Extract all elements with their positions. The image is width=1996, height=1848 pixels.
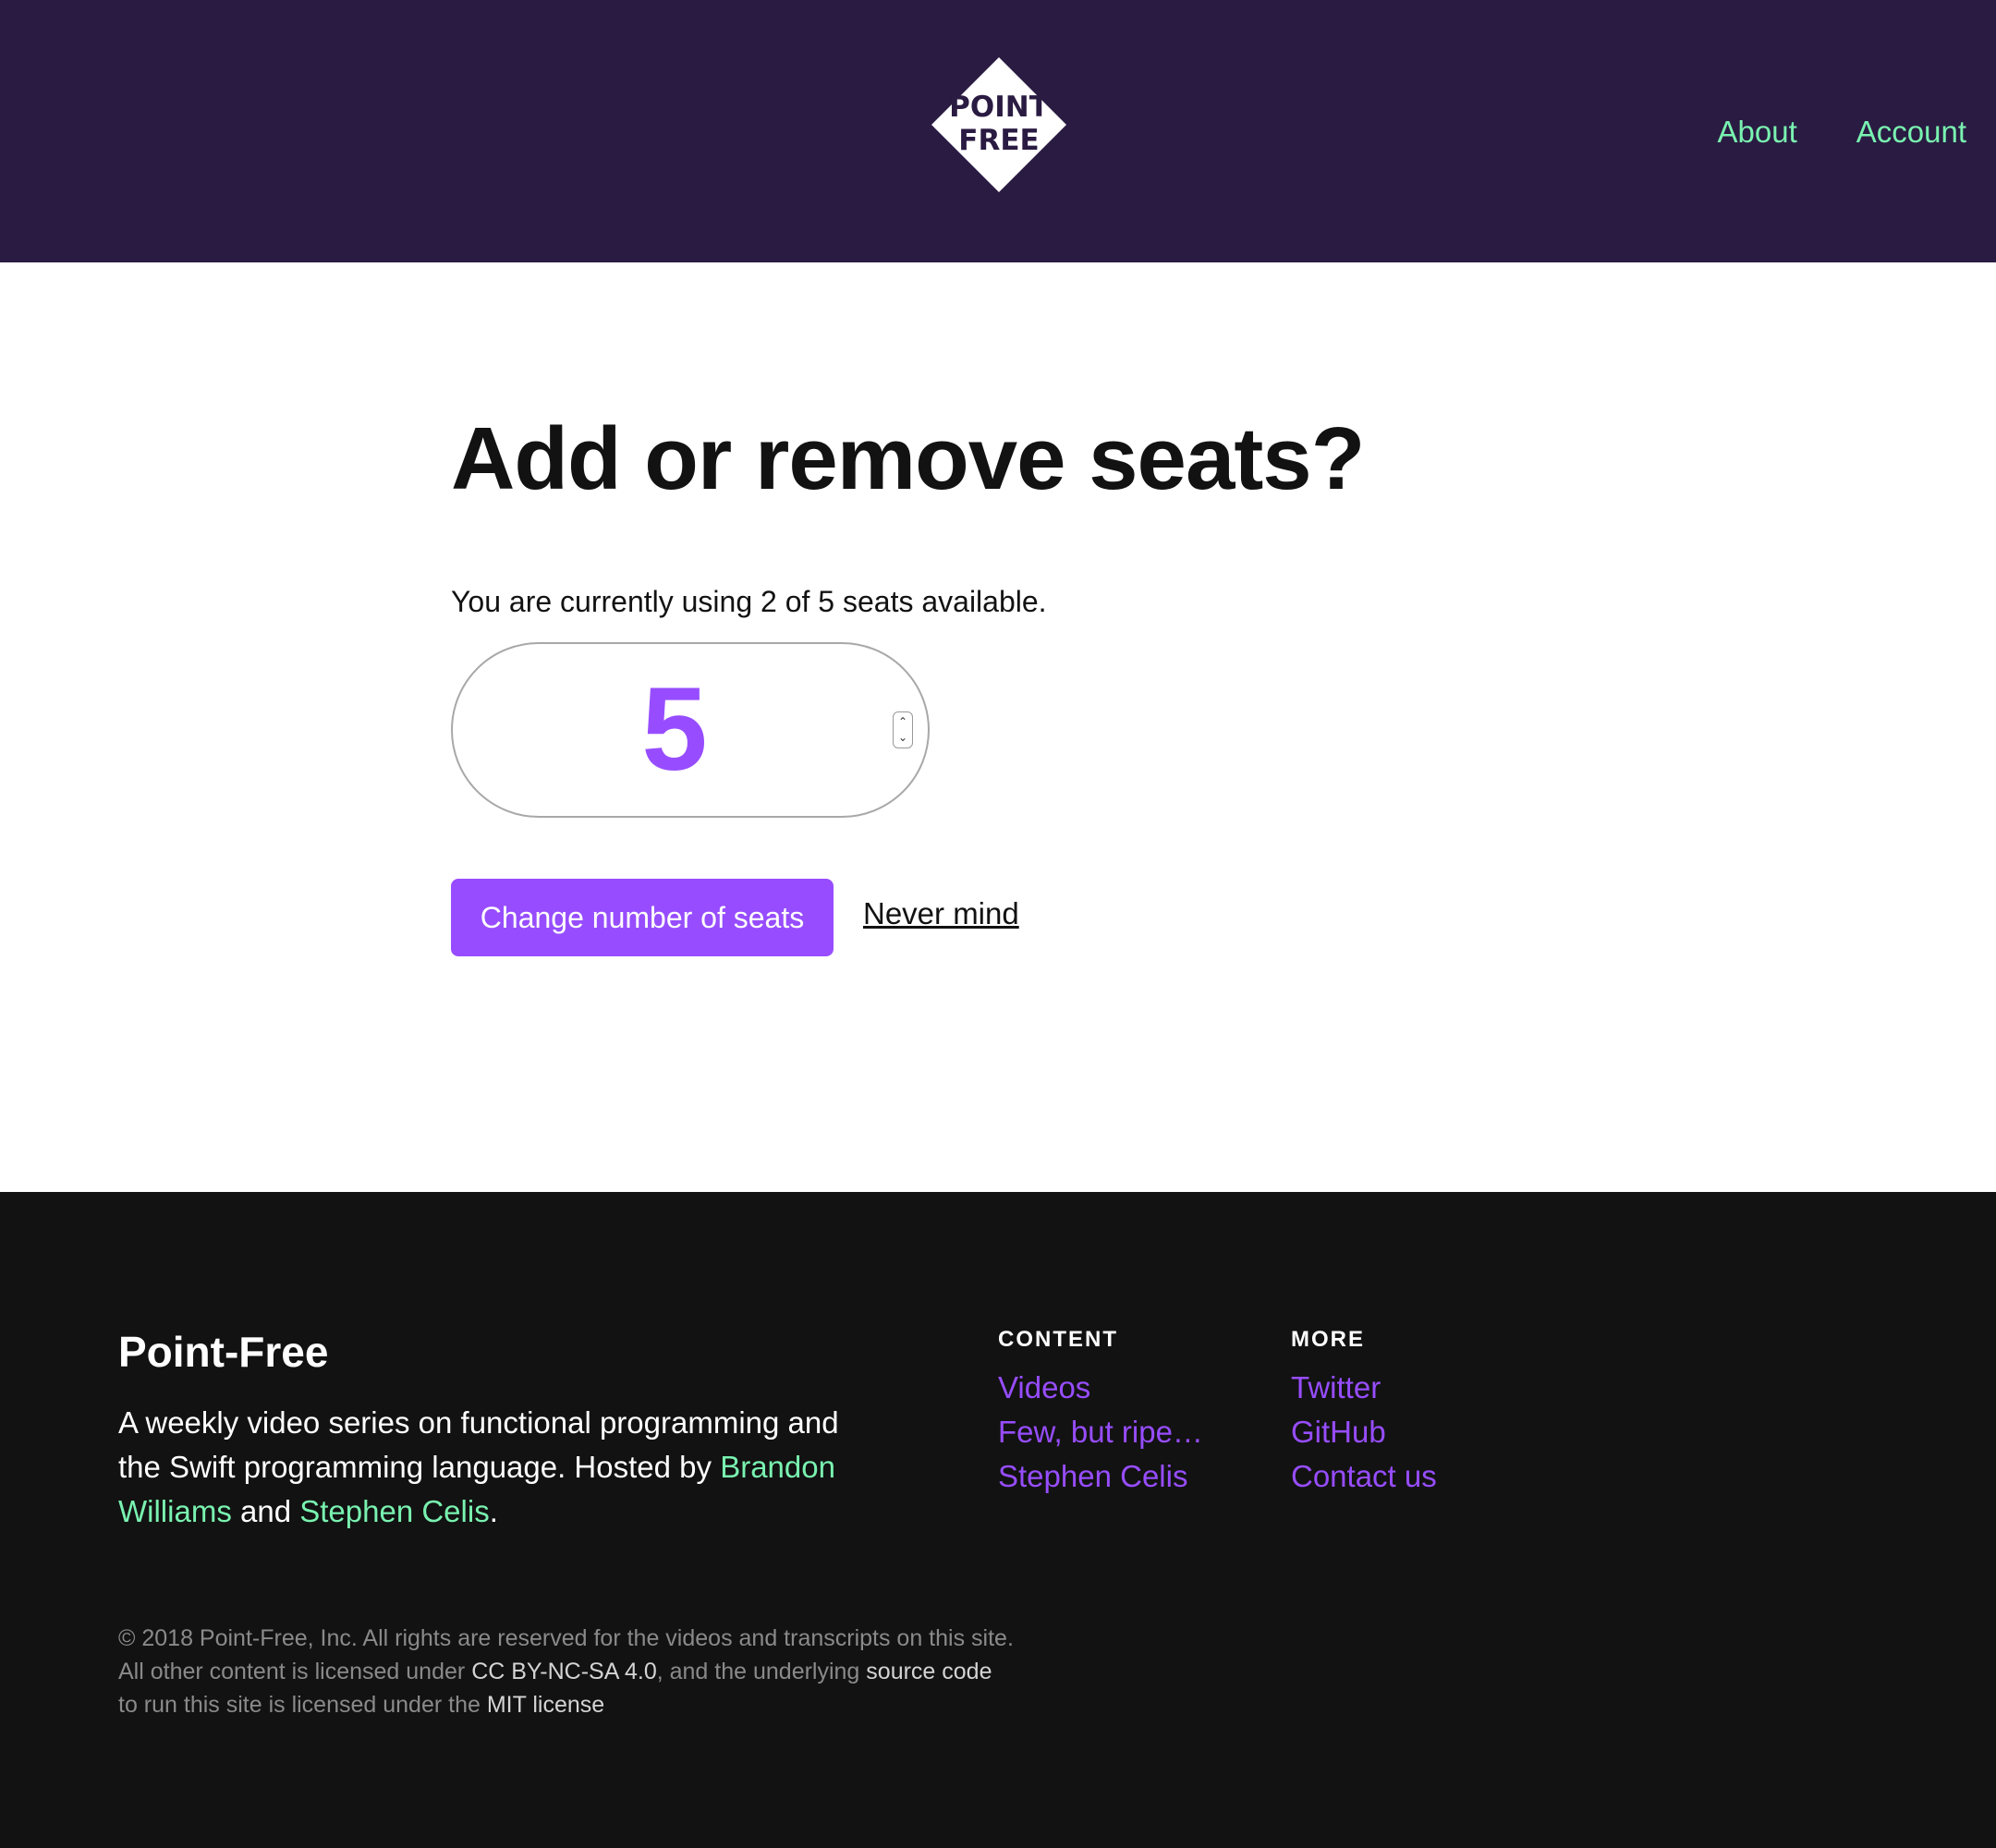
spinner-down-icon[interactable]: ⌄ [894, 729, 912, 746]
footer-link-few-but-ripe[interactable]: Few, but ripe… [998, 1410, 1203, 1454]
footer-description: A weekly video series on functional prog… [118, 1401, 858, 1534]
footer-link-twitter[interactable]: Twitter [1291, 1366, 1437, 1410]
footer-content-column: CONTENT Videos Few, but ripe… Stephen Ce… [998, 1327, 1203, 1499]
nav-account-link[interactable]: Account [1856, 109, 1966, 155]
legal-text: © 2018 Point-Free, Inc. All rights are r… [118, 1622, 1015, 1721]
logo-diamond-icon: POINT FREE [931, 57, 1066, 192]
seat-usage-text: You are currently using 2 of 5 seats ava… [451, 585, 1047, 618]
footer-link-contact-us[interactable]: Contact us [1291, 1454, 1437, 1499]
legal-part-2: , and the underlying [656, 1659, 860, 1684]
logo-line-1: POINT [949, 91, 1049, 124]
footer-link-stephen-celis[interactable]: Stephen Celis [998, 1454, 1203, 1499]
seats-stepper[interactable]: ⌃ ⌄ [893, 711, 913, 748]
point-free-logo[interactable]: POINT FREE [931, 57, 1066, 192]
host-stephen-link[interactable]: Stephen Celis [299, 1494, 489, 1528]
nav-about-link[interactable]: About [1718, 109, 1797, 155]
footer-more-column: MORE Twitter GitHub Contact us [1291, 1327, 1437, 1499]
logo-line-2: FREE [958, 124, 1039, 157]
change-seats-button[interactable]: Change number of seats [451, 879, 834, 956]
legal-part-3: to run this site is licensed under the [118, 1692, 481, 1718]
spinner-up-icon[interactable]: ⌃ [894, 713, 912, 730]
source-code-link[interactable]: source code [866, 1659, 992, 1684]
footer-link-github[interactable]: GitHub [1291, 1410, 1437, 1454]
never-mind-link[interactable]: Never mind [863, 896, 1019, 931]
seats-value: 5 [641, 663, 708, 796]
mit-license-link[interactable]: MIT license [487, 1692, 604, 1718]
content-heading: CONTENT [998, 1327, 1118, 1352]
site-header: POINT FREE About Account [0, 0, 1996, 262]
footer-brand: Point-Free [118, 1328, 329, 1376]
seats-number-input[interactable]: 5 ⌃ ⌄ [451, 642, 930, 818]
page-title: Add or remove seats? [451, 409, 1365, 508]
cc-license-link[interactable]: CC BY-NC-SA 4.0 [471, 1659, 657, 1684]
description-period: . [489, 1494, 498, 1528]
more-heading: MORE [1291, 1327, 1365, 1352]
footer-link-videos[interactable]: Videos [998, 1366, 1203, 1410]
main-content: Add or remove seats? You are currently u… [0, 262, 1996, 1192]
top-nav: About Account [1718, 109, 1967, 155]
site-footer: Point-Free A weekly video series on func… [0, 1192, 1996, 1848]
and-text: and [240, 1494, 292, 1528]
